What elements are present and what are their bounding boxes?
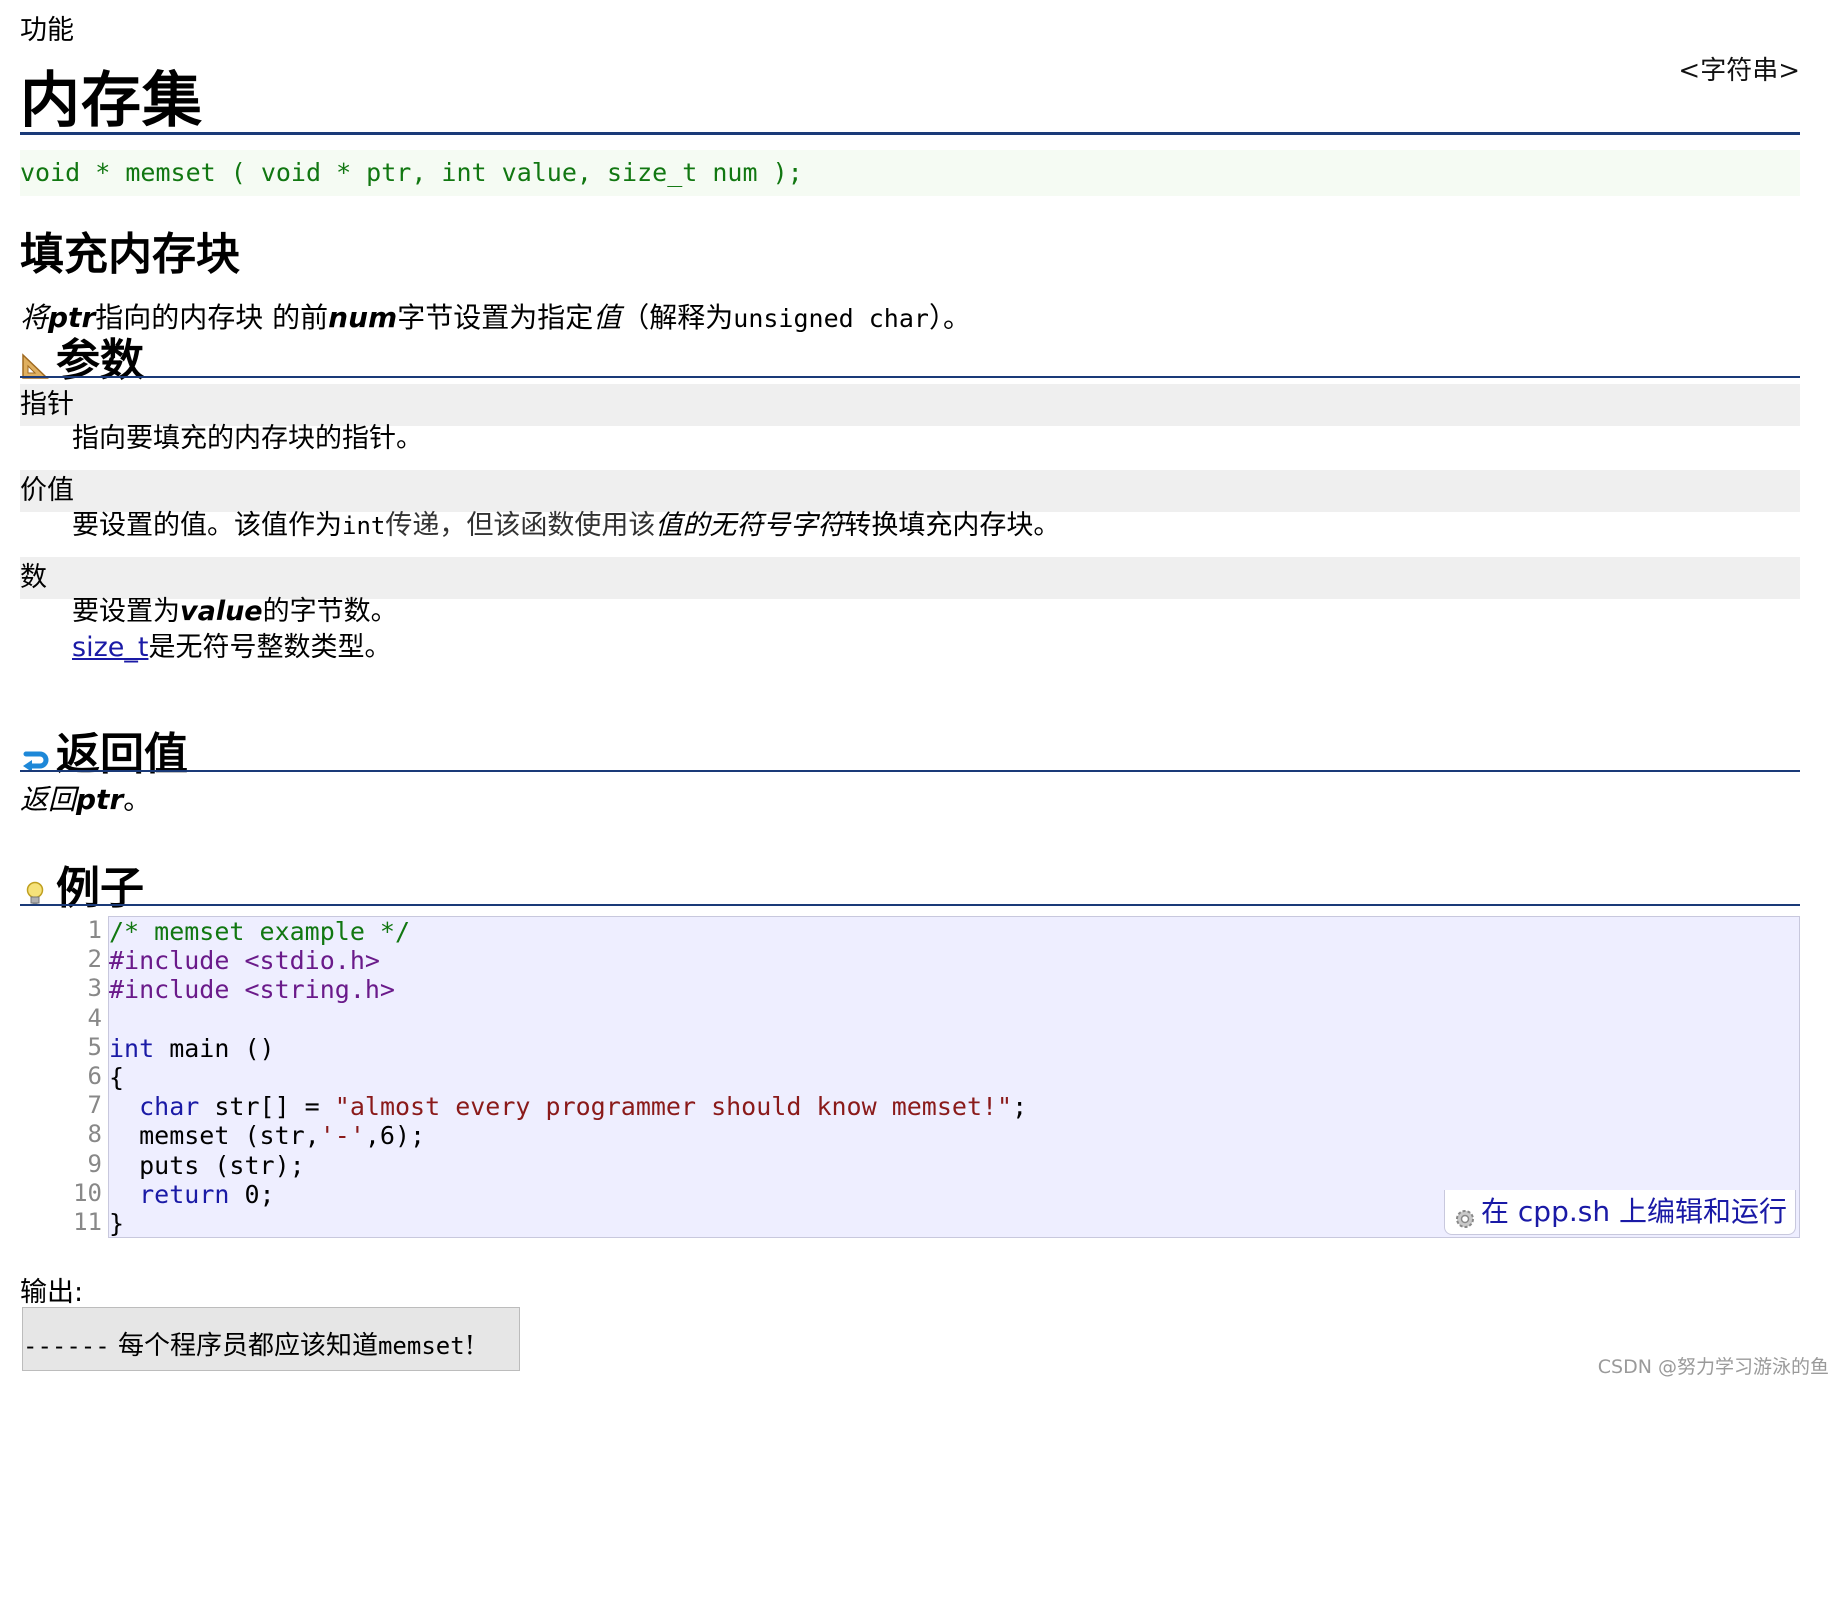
library-header-link[interactable]: <字符串> [1678, 50, 1800, 87]
size-t-link[interactable]: size_t [72, 632, 148, 663]
run-on-cpp-sh-button[interactable]: 在 cpp.sh 上编辑和运行 [1444, 1190, 1796, 1235]
code-line-empty: ​ [109, 1005, 1799, 1034]
code-line: int main () [109, 1034, 1799, 1063]
desc-type: unsigned char [733, 304, 929, 333]
line-number: 5 [87, 1032, 102, 1061]
entry-kind-label: 功能 [20, 15, 74, 46]
code-string: "almost every programmer should know mem… [334, 1092, 1013, 1122]
code-line: puts (str); [109, 1150, 305, 1180]
parameters-heading: 参数 [20, 324, 144, 388]
param-text: 转换填充内存块。 [844, 510, 1061, 541]
example-heading: 例子 [20, 852, 144, 916]
param-text: 是无符号整数类型。 [148, 632, 392, 663]
output-label: 输出: [20, 1277, 84, 1308]
line-number: 8 [87, 1120, 102, 1149]
code-text: ,6); [364, 1121, 426, 1151]
example-divider [20, 904, 1800, 906]
code-keyword: return [139, 1179, 230, 1209]
param-text: 的字节数。 [262, 596, 398, 627]
param-emphasis: value [180, 596, 263, 627]
watermark: CSDN @努力学习游泳的鱼 [1597, 1356, 1829, 1378]
function-summary: 填充内存块 [20, 229, 240, 280]
desc-part: 字节设置为指定 [397, 301, 594, 334]
gear-icon [1453, 1200, 1477, 1228]
run-button-label: 在 cpp.sh 上编辑和运行 [1481, 1195, 1787, 1228]
code-line: #include <string.h> [109, 975, 395, 1005]
return-value-text: 返回ptr。 [20, 778, 151, 818]
page-title: 内存集 [20, 66, 203, 136]
return-arrow-icon [20, 735, 50, 772]
param-desc-ptr: 指向要填充的内存块的指针。 [72, 423, 423, 454]
code-text: ; [1012, 1092, 1028, 1122]
output-end: ! [464, 1331, 476, 1361]
line-number: 6 [87, 1062, 102, 1091]
line-numbers: 1 2 3 4 5 6 7 8 9 10 11 [20, 916, 102, 1237]
return-value-heading: 返回值 [20, 718, 188, 782]
code-text: main () [154, 1033, 275, 1063]
code-text: memset (str, [109, 1121, 320, 1151]
code-line: memset (str,'-',6); [109, 1121, 1799, 1150]
ruler-triangle-icon [20, 341, 50, 379]
line-number: 7 [87, 1091, 102, 1120]
line-number: 4 [87, 1003, 102, 1032]
param-desc-num-type: size_t是无符号整数类型。 [72, 627, 391, 669]
parameters-heading-label: 参数 [56, 335, 144, 386]
parameters-divider [20, 376, 1800, 378]
return-text: 。 [123, 783, 152, 816]
line-number: 3 [87, 974, 102, 1003]
code-text: str[] = [199, 1092, 335, 1122]
param-emphasis: 值的无符号字符 [655, 510, 845, 541]
desc-value: 值 [593, 301, 622, 334]
return-text: 返回 [20, 783, 77, 816]
function-prototype: void * memset ( void * ptr, int value, s… [20, 150, 1800, 196]
desc-num: num [328, 301, 398, 334]
code-text: 0; [229, 1179, 275, 1209]
output-text: 每个程序员都应该知道 [109, 1331, 378, 1361]
desc-part: （解释为 [621, 301, 734, 334]
line-number: 1 [87, 916, 102, 944]
param-type: int [342, 512, 386, 540]
output-mono: memset [377, 1332, 465, 1360]
line-number: 11 [73, 1208, 102, 1237]
param-text: 要设置的值。该值作为 [72, 510, 342, 541]
function-description: 将ptr指向的内存块 的前num字节设置为指定值（解释为unsigned cha… [20, 296, 971, 336]
example-heading-label: 例子 [56, 863, 144, 914]
line-number: 10 [73, 1178, 102, 1207]
line-number: 9 [87, 1149, 102, 1178]
code-string: '-' [319, 1121, 365, 1151]
output-dashes: ------ [23, 1332, 110, 1360]
code-line: #include <stdio.h> [109, 946, 380, 976]
param-text: 传递，但该函数使用该 [385, 510, 656, 541]
param-desc-value: 要设置的值。该值作为int传递，但该函数使用该值的无符号字符转换填充内存块。 [72, 505, 1060, 547]
lightbulb-icon [20, 869, 50, 906]
program-output: ------ 每个程序员都应该知道memset! [22, 1307, 520, 1371]
code-line: /* memset example */ [109, 917, 411, 946]
title-divider [20, 132, 1800, 135]
code-line: char str[] = "almost every programmer sh… [109, 1092, 1799, 1121]
code-keyword: int [109, 1033, 155, 1063]
return-ptr: ptr [76, 783, 124, 816]
desc-part: ）。 [928, 301, 971, 334]
code-keyword: char [139, 1092, 200, 1122]
line-number: 2 [87, 945, 102, 974]
return-value-heading-label: 返回值 [56, 729, 188, 780]
return-value-divider [20, 770, 1800, 772]
param-text: 要设置为 [72, 596, 180, 627]
code-line: { [109, 1063, 125, 1093]
